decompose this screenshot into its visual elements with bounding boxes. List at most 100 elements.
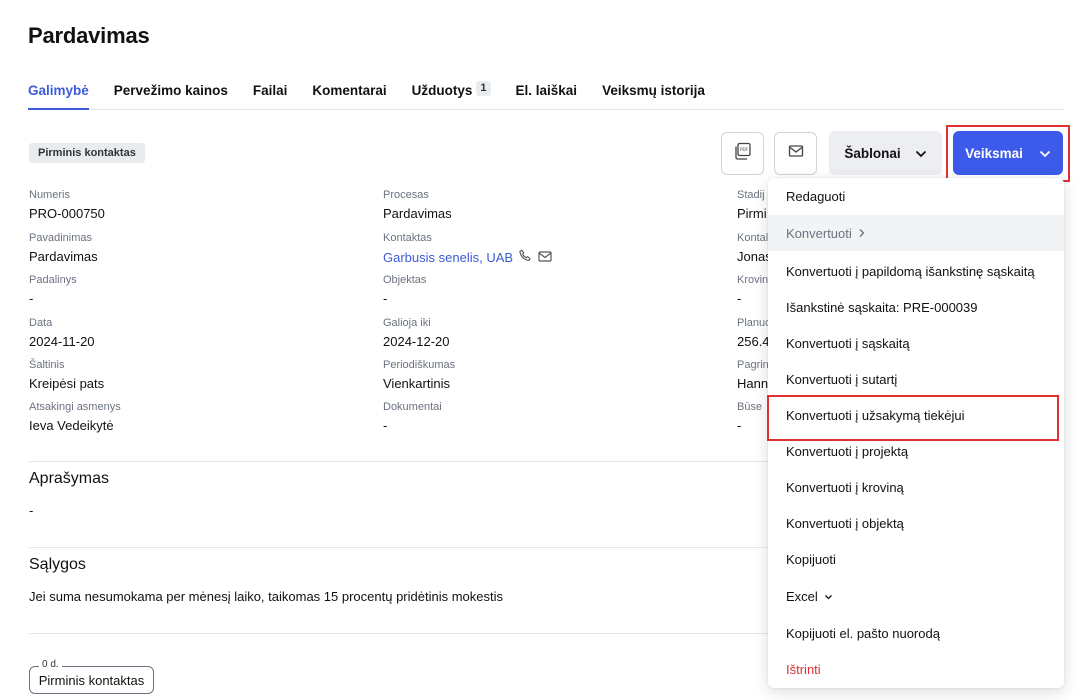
field-label: Procesas: [383, 189, 429, 201]
menu-item-prepayment-invoice[interactable]: Išankstinė sąskaita: PRE-000039: [768, 289, 1064, 325]
tab-emails[interactable]: El. laiškai: [516, 78, 578, 109]
field-value: Pirmi: [737, 206, 767, 221]
send-email-button[interactable]: [774, 132, 817, 175]
tab-label: Veiksmų istorija: [602, 83, 705, 98]
menu-item-label: Konvertuoti į projektą: [786, 443, 909, 459]
menu-item-label: Kopijuoti el. pašto nuorodą: [786, 625, 940, 641]
field-responsible: Atsakingi asmenys Ieva Vedeikytė: [29, 401, 121, 434]
field-label: Pavadinimas: [29, 232, 92, 244]
menu-item-label: Ištrinti: [786, 661, 821, 677]
field-label: Planuo: [737, 317, 772, 329]
field-value: -: [737, 418, 742, 433]
field-process: Procesas Pardavimas: [383, 189, 452, 222]
phone-icon[interactable]: [519, 249, 532, 266]
menu-item-copy-email-link[interactable]: Kopijuoti el. pašto nuorodą: [768, 615, 1064, 651]
menu-item-copy[interactable]: Kopijuoti: [768, 541, 1064, 577]
divider: [29, 547, 769, 548]
field-planned: Planuo 256.4: [737, 317, 771, 350]
field-value: -: [737, 291, 742, 306]
tab-label: Komentarai: [312, 83, 387, 98]
chevron-right-icon: [858, 226, 866, 241]
page-title: Pardavimas: [28, 23, 150, 48]
stage-timeline-item[interactable]: 0 d. Pirminis kontaktas: [29, 659, 154, 694]
field-value: Kreipėsi pats: [29, 376, 105, 391]
field-value: PRO-000750: [29, 206, 105, 221]
menu-item-edit[interactable]: Redaguoti: [768, 178, 1064, 214]
menu-item-convert[interactable]: Konvertuoti: [768, 215, 1064, 251]
field-object: Objektas -: [383, 274, 426, 307]
menu-item-convert-contract[interactable]: Konvertuoti į sutartį: [768, 361, 1064, 397]
menu-item-convert-cargo[interactable]: Konvertuoti į kroviną: [768, 469, 1064, 505]
field-value: 2024-12-20: [383, 334, 450, 349]
menu-item-label: Konvertuoti į objektą: [786, 515, 904, 531]
menu-item-delete[interactable]: Ištrinti: [768, 651, 1064, 687]
tab-action-history[interactable]: Veiksmų istorija: [602, 78, 705, 109]
stage-days: 0 d.: [39, 659, 62, 670]
actions-highlight-box: [946, 125, 1070, 182]
tab-label: Galimybė: [28, 83, 89, 98]
menu-item-label: Konvertuoti į kroviną: [786, 479, 904, 495]
field-label: Data: [29, 317, 53, 329]
description-title: Aprašymas: [29, 470, 110, 487]
field-label: Padalinys: [29, 274, 77, 286]
tab-opportunity[interactable]: Galimybė: [28, 78, 89, 110]
field-value: Vienkartinis: [383, 376, 450, 391]
svg-text:PDF: PDF: [740, 147, 749, 152]
conditions-text: Jei suma nesumokama per mėnesį laiko, ta…: [29, 589, 503, 604]
field-status: Būse -: [737, 401, 762, 434]
menu-item-convert-invoice[interactable]: Konvertuoti į sąskaitą: [768, 325, 1064, 361]
menu-item-label: Redaguoti: [786, 188, 846, 204]
field-stage: Stadij Pirmi: [737, 189, 767, 222]
field-label: Krovin: [737, 274, 769, 286]
templates-button[interactable]: Šablonai: [829, 131, 942, 175]
tab-tasks[interactable]: Užduotys 1: [412, 78, 491, 109]
tab-label: El. laiškai: [515, 83, 578, 98]
field-label: Kontaktas: [383, 232, 432, 244]
tab-comments[interactable]: Komentarai: [312, 78, 386, 109]
stage-chip: Pirminis kontaktas: [29, 143, 145, 163]
field-cargo: Krovin -: [737, 274, 768, 307]
chevron-down-icon: [824, 589, 833, 604]
divider: [29, 633, 769, 634]
field-label: Numeris: [29, 189, 70, 201]
tab-transport-prices[interactable]: Pervežimo kainos: [114, 78, 228, 109]
field-value: Pardavimas: [383, 206, 452, 221]
field-label: Atsakingi asmenys: [29, 401, 121, 413]
stage-label: Pirminis kontaktas: [38, 672, 145, 688]
field-periodicity: Periodiškumas Vienkartinis: [383, 359, 455, 392]
menu-item-label: Konvertuoti į sutartį: [786, 371, 898, 387]
menu-item-convert-additional-prepayment[interactable]: Konvertuoti į papildomą išankstinę sąska…: [768, 253, 1064, 289]
pdf-button[interactable]: PDF: [721, 132, 764, 175]
field-value: -: [29, 291, 34, 306]
tab-bar: Galimybė Pervežimo kainos Failai Komenta…: [28, 78, 1064, 110]
menu-item-excel[interactable]: Excel: [768, 578, 1064, 614]
menu-item-label: Kopijuoti: [786, 551, 836, 567]
tab-files[interactable]: Failai: [253, 78, 288, 109]
field-value: Jonas: [737, 249, 772, 264]
field-documents: Dokumentai -: [383, 401, 442, 434]
field-label: Stadij: [737, 189, 765, 201]
field-value: -: [383, 291, 388, 306]
tab-label: Failai: [252, 83, 288, 98]
field-label: Kontal: [737, 232, 769, 244]
mail-icon[interactable]: [538, 250, 552, 266]
field-number: Numeris PRO-000750: [29, 189, 105, 222]
menu-item-convert-object[interactable]: Konvertuoti į objektą: [768, 505, 1064, 541]
field-value: -: [383, 418, 388, 433]
mail-icon: [788, 144, 804, 163]
supplier-order-highlight-box: [767, 395, 1059, 441]
field-label: Šaltinis: [29, 359, 65, 371]
field-label: Pagrin: [737, 359, 769, 371]
field-source: Šaltinis Kreipėsi pats: [29, 359, 104, 392]
tab-label: Užduotys: [411, 83, 473, 98]
field-contact-person: Kontal Jonas: [737, 232, 772, 265]
field-label: Galioja iki: [383, 317, 431, 329]
pdf-icon: PDF: [733, 141, 753, 166]
field-value: Ieva Vedeikytė: [29, 418, 114, 433]
menu-item-label: Excel: [786, 588, 818, 604]
field-label: Objektas: [383, 274, 427, 286]
contact-link[interactable]: Garbusis senelis, UAB: [383, 250, 513, 266]
field-main: Pagrin Hann: [737, 359, 769, 392]
divider: [29, 461, 769, 462]
field-value: 256.4: [737, 334, 770, 349]
